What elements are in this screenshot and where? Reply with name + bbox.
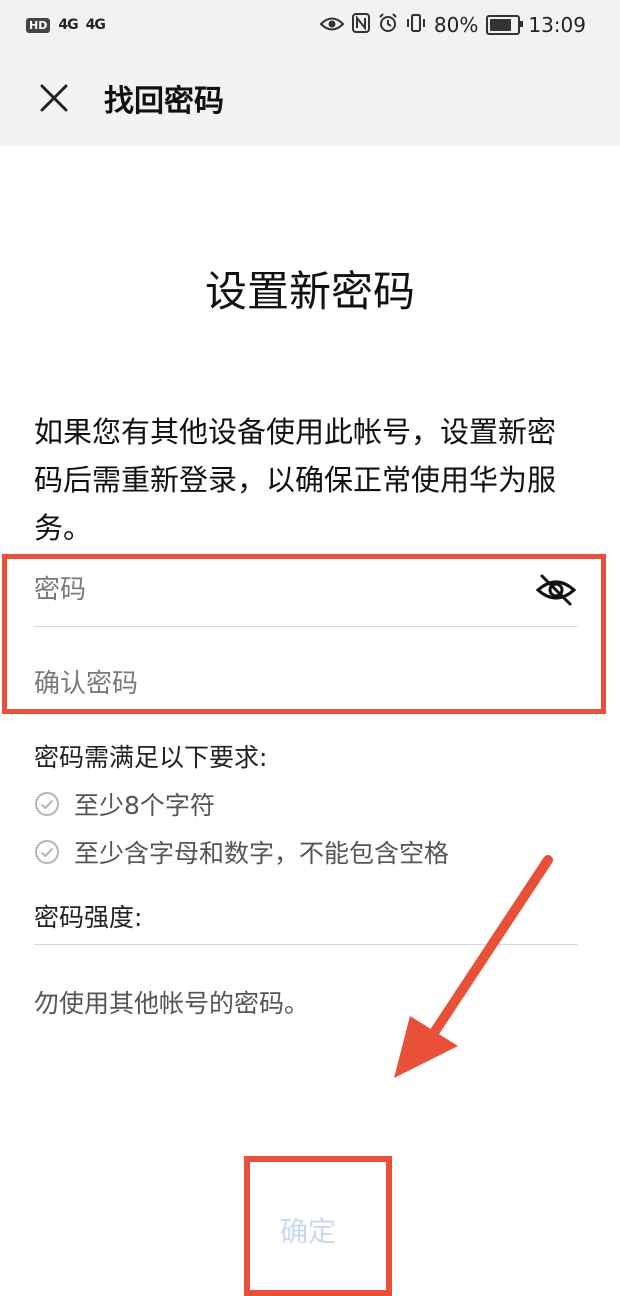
app-header: 找回密码 — [0, 50, 620, 146]
alarm-icon — [378, 12, 398, 38]
annotation-arrow — [394, 855, 553, 1078]
requirement-item: 至少8个字符 — [34, 786, 215, 822]
eye-icon — [319, 13, 345, 37]
password-warning: 勿使用其他帐号的密码。 — [34, 989, 310, 1018]
check-circle-icon — [35, 840, 59, 864]
battery-icon — [486, 15, 524, 35]
battery-fill — [490, 19, 512, 31]
confirm-button[interactable]: 确定 — [248, 1200, 368, 1260]
field-divider — [34, 626, 578, 627]
page-title: 找回密码 — [104, 84, 224, 119]
requirement-text: 至少8个字符 — [74, 791, 215, 820]
signal-icon-2: 4G — [85, 17, 106, 33]
battery-percent: 80% — [433, 13, 479, 37]
confirm-password-input[interactable] — [34, 669, 494, 699]
status-bar-right: 80% 13:09 — [319, 12, 620, 38]
requirements-title: 密码需满足以下要求: — [34, 743, 268, 772]
confirm-password-field-row — [34, 654, 578, 714]
status-bar-left: HD 4G 4G — [0, 17, 106, 33]
clock: 13:09 — [528, 13, 586, 37]
hd-badge: HD — [26, 17, 51, 33]
description-text: 如果您有其他设备使用此帐号，设置新密码后需重新登录，以确保正常使用华为服务。 — [34, 415, 557, 545]
password-field-row — [34, 560, 578, 620]
status-bar: HD 4G 4G 80% 13:09 — [0, 0, 620, 50]
close-button[interactable] — [24, 68, 84, 128]
close-icon — [40, 84, 68, 112]
section-heading: 设置新密码 — [204, 267, 415, 316]
password-strength-label: 密码强度: — [34, 903, 143, 932]
check-circle-icon — [35, 792, 59, 816]
vibrate-icon — [406, 13, 426, 38]
nfc-icon — [351, 12, 370, 38]
toggle-visibility-button[interactable] — [534, 568, 578, 612]
strength-divider — [34, 944, 578, 945]
eye-slash-icon — [536, 574, 576, 606]
requirement-item: 至少含字母和数字，不能包含空格 — [34, 834, 449, 870]
password-input[interactable] — [34, 575, 494, 605]
requirement-text: 至少含字母和数字，不能包含空格 — [74, 839, 450, 868]
signal-icon: 4G — [58, 17, 78, 33]
